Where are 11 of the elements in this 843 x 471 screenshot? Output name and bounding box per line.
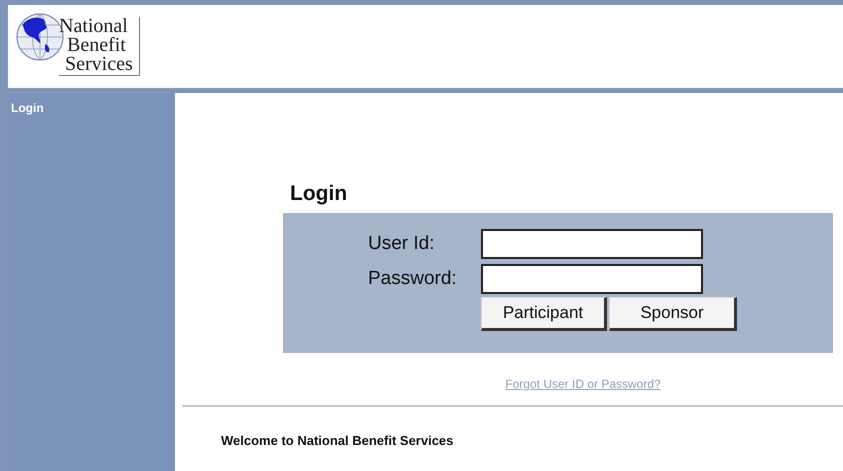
logo-text: Services xyxy=(64,55,133,74)
login-heading: Login xyxy=(289,181,348,207)
field-label: User Id: xyxy=(368,232,436,256)
field-label: Password: xyxy=(368,266,458,291)
welcome-heading: Welcome to National Benefit Services xyxy=(221,432,454,450)
login-button[interactable]: Participant xyxy=(481,297,607,331)
login-button[interactable]: Sponsor xyxy=(609,297,737,331)
input-field[interactable] xyxy=(481,229,703,259)
logo-text: Benefit xyxy=(66,36,127,55)
logo-text: National xyxy=(59,17,129,36)
input-field[interactable] xyxy=(481,264,703,294)
